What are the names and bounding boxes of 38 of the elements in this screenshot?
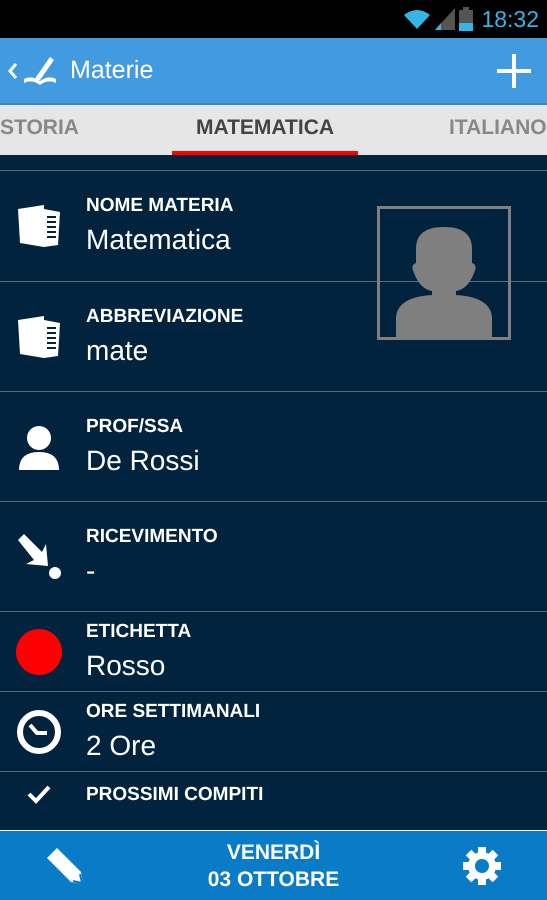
- field-label: ORE SETTIMANALI: [86, 700, 260, 722]
- book-icon: [16, 203, 62, 249]
- back-chevron-icon: [8, 62, 18, 80]
- subject-photo-placeholder[interactable]: [377, 206, 511, 340]
- settings-button[interactable]: [462, 846, 502, 886]
- field-label: PROF/SSA: [86, 416, 184, 438]
- person-icon: [17, 424, 61, 470]
- app-title: Materie: [70, 54, 154, 86]
- tab[interactable]: ITALIANO: [449, 105, 547, 155]
- field-label: ABBREVIAZIONE: [86, 306, 244, 328]
- date-label: 03 OTTOBRE: [208, 866, 340, 892]
- settings-icon: [462, 846, 502, 886]
- status-time: 18:32: [481, 4, 539, 34]
- tab[interactable]: STORIA: [0, 105, 79, 155]
- arrow-dot-icon: [16, 534, 62, 580]
- field-label: NOME MATERIA: [86, 195, 234, 217]
- edit-button[interactable]: [45, 846, 85, 886]
- clock-icon: [16, 708, 62, 754]
- field-label: PROSSIMI COMPITI: [86, 784, 264, 806]
- field-value: De Rossi: [86, 444, 200, 478]
- field-label: ETICHETTA: [86, 620, 192, 642]
- field-value: 2 Ore: [86, 728, 158, 762]
- tab[interactable]: MATEMATICA: [172, 105, 358, 155]
- wifi-icon: [403, 8, 432, 30]
- pencil-icon: [45, 846, 85, 886]
- check-icon: [27, 784, 51, 804]
- battery-icon: [459, 7, 474, 31]
- field-value: Matematica: [86, 223, 232, 257]
- avatar-silhouette-icon: [394, 227, 494, 337]
- field-value: Rosso: [86, 648, 166, 682]
- add-button[interactable]: [497, 54, 531, 88]
- plus-icon: [497, 54, 531, 88]
- date-day: VENERDÌ: [226, 838, 320, 866]
- field-value: mate: [86, 334, 150, 368]
- signal-icon: [435, 8, 456, 30]
- book-icon: [16, 314, 62, 360]
- field-value: -: [86, 554, 96, 588]
- field-label: RICEVIMENTO: [86, 526, 218, 548]
